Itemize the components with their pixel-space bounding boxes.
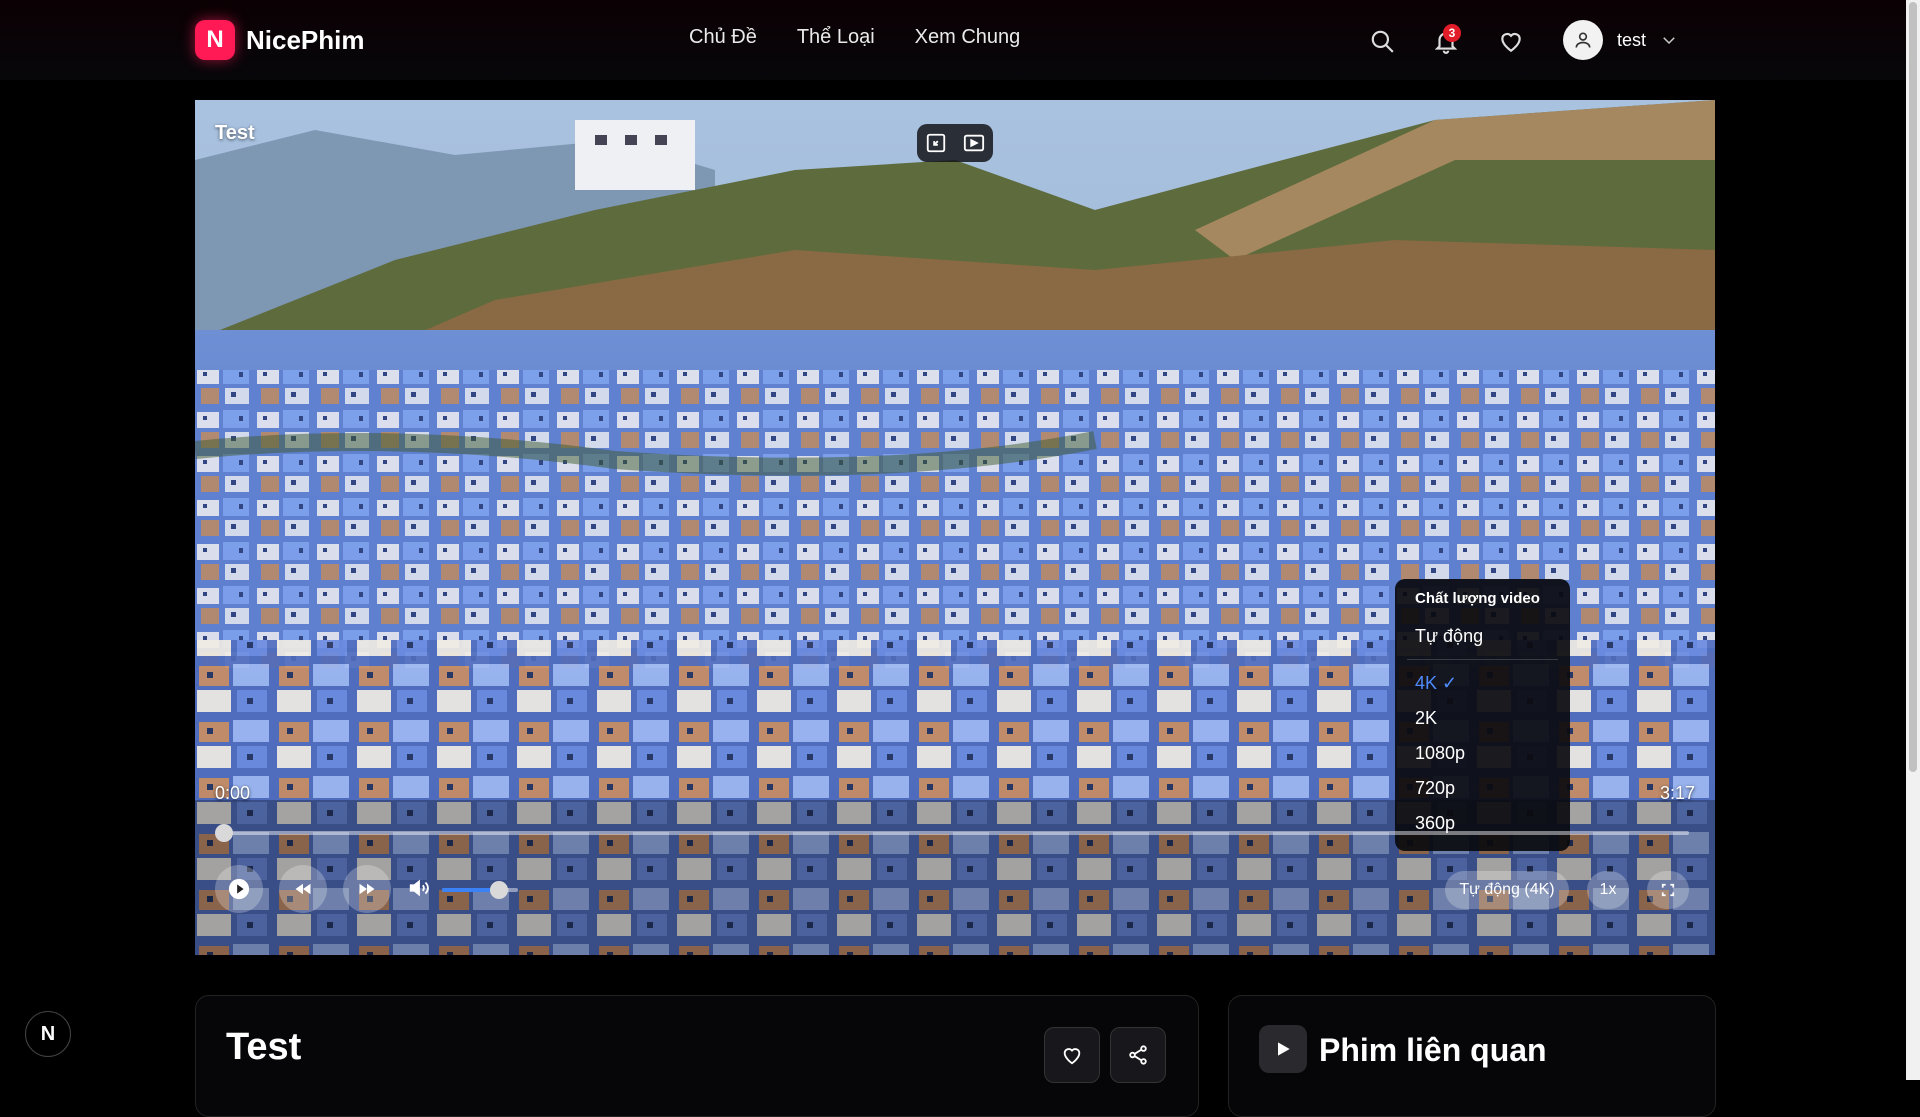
avatar [1563, 20, 1603, 60]
main-nav: Chủ Đề Thể Loại Xem Chung [689, 26, 1020, 49]
play-icon [1259, 1025, 1307, 1073]
user-menu[interactable]: test [1563, 20, 1678, 60]
fullscreen-button[interactable] [1647, 871, 1689, 909]
quality-menu-title: Chất lượng video [1415, 590, 1540, 607]
play-button[interactable] [215, 865, 263, 913]
dev-tools-badge[interactable]: N [25, 1011, 71, 1057]
video-title: Test [215, 122, 255, 144]
video-player[interactable]: Test Chất lượng video Tự động 4K ✓ 2K 10… [195, 100, 1715, 955]
duration: 3:17 [1659, 783, 1695, 803]
top-controls [917, 124, 993, 162]
fast-forward-icon [359, 883, 375, 895]
share-icon [1129, 1045, 1147, 1065]
rewind-button[interactable] [279, 865, 327, 913]
nav-item-genres[interactable]: Thể Loại [797, 26, 875, 49]
volume-icon[interactable] [408, 877, 432, 901]
heart-icon [1063, 1048, 1081, 1065]
site-logo[interactable]: N NicePhim [195, 20, 365, 60]
heart-icon[interactable] [1498, 28, 1524, 54]
seek-bar[interactable] [215, 824, 1689, 842]
nav-item-topics[interactable]: Chủ Đề [689, 26, 757, 49]
quality-menu: Chất lượng video Tự động 4K ✓ 2K 1080p 7… [1395, 579, 1570, 851]
seek-handle[interactable] [215, 824, 233, 842]
notification-badge: 3 [1443, 24, 1461, 42]
menu-divider [1407, 659, 1558, 660]
minimize-icon[interactable] [923, 130, 949, 156]
speed-button[interactable]: 1x [1587, 871, 1629, 909]
quality-button[interactable]: Tự động (4K) [1445, 871, 1569, 909]
nav-item-watch-together[interactable]: Xem Chung [915, 26, 1021, 49]
quality-option-1080p[interactable]: 1080p [1415, 743, 1465, 764]
movie-info-card: Test [195, 995, 1199, 1117]
quality-option-720p[interactable]: 720p [1415, 778, 1455, 799]
volume-handle[interactable] [490, 881, 508, 899]
scrollbar-thumb[interactable] [1909, 2, 1917, 772]
rewind-icon [295, 883, 311, 895]
movie-title: Test [226, 1026, 302, 1068]
search-icon[interactable] [1369, 28, 1395, 54]
username: test [1617, 29, 1647, 50]
quality-option-2k[interactable]: 2K [1415, 708, 1437, 729]
fast-forward-button[interactable] [343, 865, 391, 913]
user-icon [1575, 32, 1591, 48]
fullscreen-icon [1661, 883, 1675, 897]
volume-slider[interactable] [442, 881, 518, 899]
related-movies-card: Phim liên quan [1228, 995, 1716, 1117]
share-button[interactable] [1110, 1027, 1166, 1083]
quality-option-auto[interactable]: Tự động [1415, 626, 1483, 647]
quality-option-4k[interactable]: 4K ✓ [1415, 673, 1457, 694]
current-time: 0:00 [215, 783, 251, 803]
related-movies-title: Phim liên quan [1319, 1032, 1547, 1068]
logo-text: NicePhim [246, 24, 365, 55]
page-scrollbar[interactable] [1906, 0, 1920, 1080]
chevron-down-icon [1663, 37, 1675, 45]
play-icon [228, 878, 250, 900]
favorite-button[interactable] [1044, 1027, 1100, 1083]
picture-in-picture-icon[interactable] [961, 130, 987, 156]
top-header: N NicePhim Chủ Đề Thể Loại Xem Chung 3 t… [0, 0, 1920, 80]
logo-badge: N [195, 20, 235, 60]
